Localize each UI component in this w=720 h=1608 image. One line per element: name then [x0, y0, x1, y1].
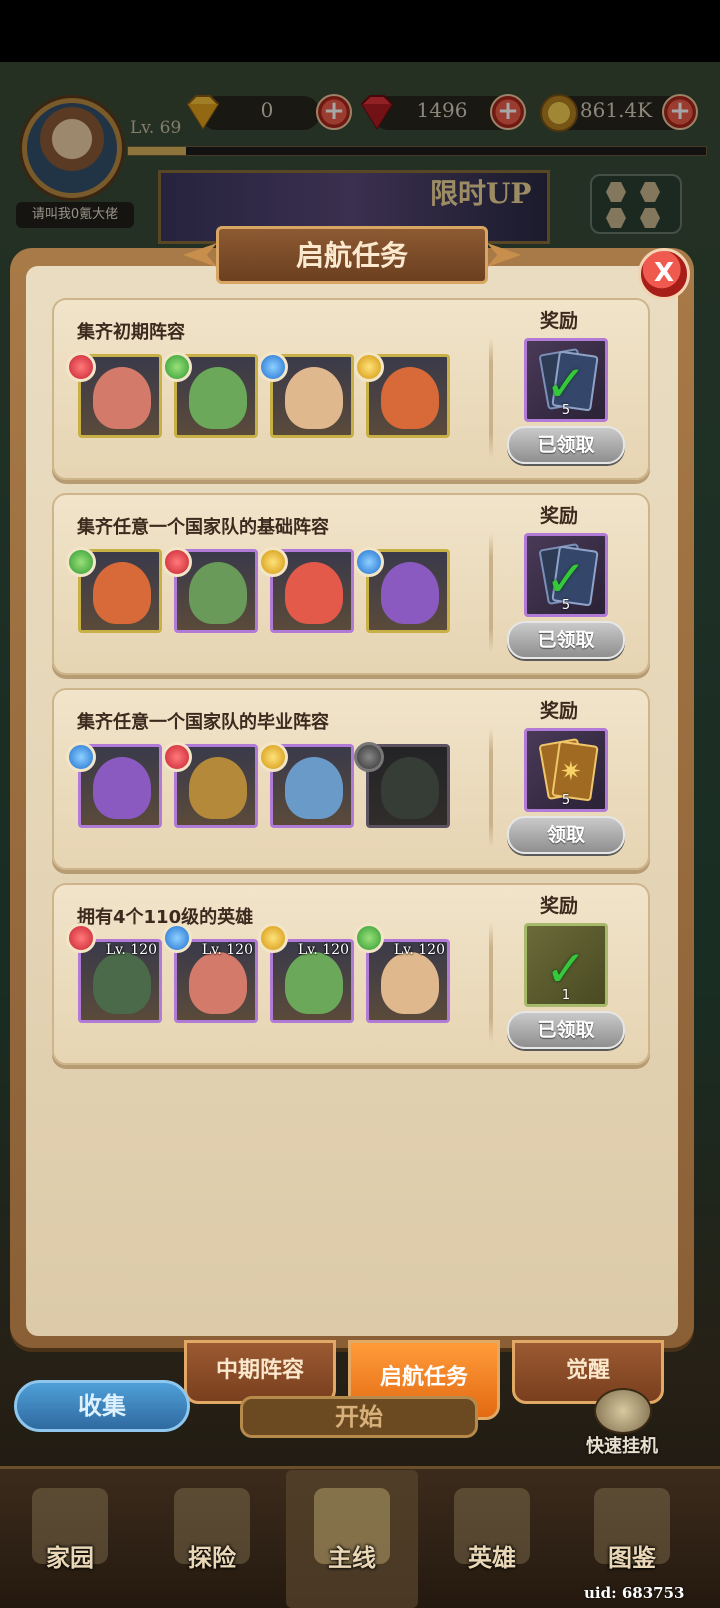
gold-element-icon: [258, 923, 288, 953]
hero-face: [285, 757, 343, 819]
green-element-icon: [354, 923, 384, 953]
hero-face: [381, 952, 439, 1014]
collect-button[interactable]: 收集: [14, 1380, 190, 1432]
hero-level: Lv. 120: [297, 942, 349, 958]
green-element-icon: [66, 547, 96, 577]
quest-card: 集齐任意一个国家队的基础阵容 奖励 ✓ 5 已领取: [52, 493, 650, 675]
nav-label: 图鉴: [608, 1544, 656, 1572]
clock-icon[interactable]: [594, 1388, 652, 1434]
reward-label: 奖励: [540, 310, 579, 332]
reward-quantity: 5: [561, 403, 571, 418]
gray-element-icon: [354, 742, 384, 772]
quest-card: 集齐初期阵容 奖励 ✓ 5 已领取: [52, 298, 650, 480]
reward-item[interactable]: ✓ 5: [524, 338, 608, 422]
star-icon: ✷: [560, 757, 582, 787]
user-id: uid: 683753: [584, 1584, 685, 1602]
nav-label: 探险: [188, 1544, 236, 1572]
claimed-button[interactable]: 已领取: [507, 1011, 625, 1049]
hero-portrait[interactable]: Lv. 120: [174, 939, 258, 1023]
claimed-button[interactable]: 已领取: [507, 426, 625, 464]
hero-face: [285, 952, 343, 1014]
reward-label: 奖励: [540, 895, 579, 917]
divider: [489, 338, 493, 458]
gold-element-icon: [354, 352, 384, 382]
hero-face: [285, 562, 343, 624]
quest-card: 拥有4个110级的英雄 奖励 Lv. 120 Lv. 120 Lv. 120 Lv. 12…: [52, 883, 650, 1065]
hero-level: Lv. 120: [393, 942, 445, 958]
red-element-icon: [162, 742, 192, 772]
blue-element-icon: [258, 352, 288, 382]
blue-element-icon: [162, 923, 192, 953]
red-element-icon: [66, 352, 96, 382]
hero-portrait[interactable]: Lv. 120: [270, 939, 354, 1023]
nav-label: 英雄: [468, 1544, 516, 1572]
red-element-icon: [162, 547, 192, 577]
quest-title: 拥有4个110级的英雄: [77, 907, 254, 928]
blue-element-icon: [66, 742, 96, 772]
quest-card: 集齐任意一个国家队的毕业阵容 奖励 ✷ 5 领取: [52, 688, 650, 870]
hero-level: Lv. 120: [105, 942, 157, 958]
hero-face: [381, 562, 439, 624]
tab-0[interactable]: 中期阵容: [184, 1340, 336, 1404]
hero-face: [93, 562, 151, 624]
nav-item-2[interactable]: 主线: [292, 1480, 412, 1590]
hero-face: [189, 757, 247, 819]
quest-title: 集齐任意一个国家队的基础阵容: [77, 517, 329, 538]
gold-element-icon: [258, 742, 288, 772]
hero-portrait[interactable]: Lv. 120: [78, 939, 162, 1023]
reward-quantity: 5: [561, 598, 571, 613]
quest-title: 集齐任意一个国家队的毕业阵容: [77, 712, 329, 733]
hero-face: [93, 952, 151, 1014]
start-button[interactable]: 开始: [240, 1396, 478, 1438]
reward-label: 奖励: [540, 700, 579, 722]
reward-quantity: 1: [561, 988, 571, 1003]
divider: [489, 533, 493, 653]
claimed-button[interactable]: 已领取: [507, 621, 625, 659]
hero-face: [381, 367, 439, 429]
nav-item-3[interactable]: 英雄: [432, 1480, 552, 1590]
game-screen: 请叫我0氪大佬 Lv. 69 0 + 1496 + 861.4K + 限时UP …: [0, 0, 720, 1608]
nav-label: 主线: [328, 1544, 376, 1572]
dialog-title: 启航任务: [295, 239, 408, 272]
quick-afk-label[interactable]: 快速挂机: [586, 1432, 658, 1458]
reward-quantity: 5: [561, 793, 571, 808]
blue-element-icon: [354, 547, 384, 577]
reward-item[interactable]: ✓ 5: [524, 533, 608, 617]
gold-element-icon: [258, 547, 288, 577]
reward-item[interactable]: ✓ 1: [524, 923, 608, 1007]
divider: [489, 923, 493, 1043]
close-button[interactable]: X: [638, 248, 690, 300]
red-element-icon: [66, 923, 96, 953]
hero-face: [93, 757, 151, 819]
hero-face: [285, 367, 343, 429]
nav-item-4[interactable]: 图鉴: [572, 1480, 692, 1590]
hero-face: [93, 367, 151, 429]
nav-item-1[interactable]: 探险: [152, 1480, 272, 1590]
hero-face: [189, 562, 247, 624]
divider: [489, 728, 493, 848]
hero-level: Lv. 120: [201, 942, 253, 958]
claim-button[interactable]: 领取: [507, 816, 625, 854]
reward-item[interactable]: ✷ 5: [524, 728, 608, 812]
green-element-icon: [162, 352, 192, 382]
quest-title: 集齐初期阵容: [77, 322, 185, 343]
nav-label: 家园: [46, 1544, 94, 1572]
hero-face: [189, 367, 247, 429]
reward-label: 奖励: [540, 505, 579, 527]
nav-item-0[interactable]: 家园: [10, 1480, 130, 1590]
hero-face: [381, 757, 439, 819]
hero-portrait[interactable]: Lv. 120: [366, 939, 450, 1023]
hero-face: [189, 952, 247, 1014]
